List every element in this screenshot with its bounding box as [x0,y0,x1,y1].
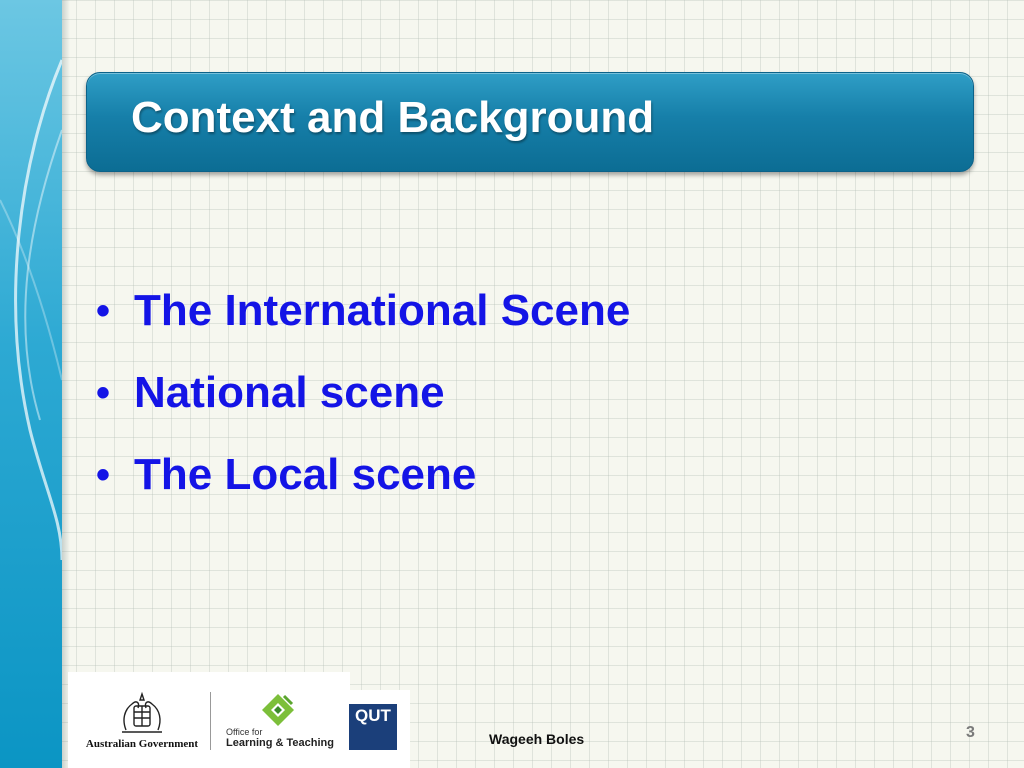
bullet-list: • The International Scene • National sce… [96,270,630,516]
slide-number: 3 [966,724,975,741]
bullet-text: National scene [134,368,445,417]
bullet-item: • The Local scene [96,434,630,516]
olt-name-label: Learning & Teaching [226,737,334,749]
bullet-text: The Local scene [134,450,477,499]
slide-title: Context and Background [131,93,655,142]
qut-logo: QUT [349,704,397,750]
olt-logo: Office for Learning & Teaching [222,690,342,754]
australian-government-label: Australian Government [85,738,199,750]
title-bar: Context and Background [86,72,974,172]
bullet-icon: • [96,288,111,333]
wave-decoration-icon [0,59,62,561]
slide: Context and Background • The Internation… [0,0,1024,768]
bullet-item: • National scene [96,352,630,434]
bullet-icon: • [96,452,111,497]
olt-emblem-icon [262,694,294,726]
bullet-icon: • [96,370,111,415]
bullet-text: The International Scene [134,286,631,335]
decorative-side-band [0,0,62,768]
band-shadow [62,0,70,768]
olt-office-label: Office for [226,727,263,737]
australian-government-logo: Australian Government [82,690,202,754]
footer-author: Wageeh Boles [489,731,585,747]
bullet-item: • The International Scene [96,270,630,352]
coat-of-arms-icon [122,691,162,733]
logo-divider [210,692,211,750]
